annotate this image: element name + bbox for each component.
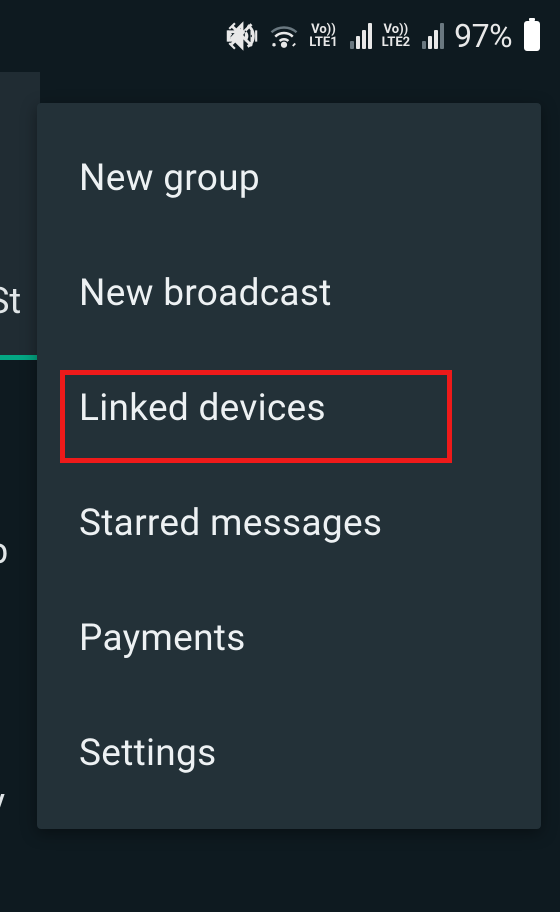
status-bar: Vo)) LTE1 Vo)) LTE2 97%	[0, 0, 560, 72]
signal-bars-sim2-icon	[422, 23, 444, 49]
background-text-fragment: y	[0, 780, 5, 822]
battery-percentage: 97%	[454, 17, 512, 55]
menu-item-new-broadcast[interactable]: New broadcast	[37, 236, 541, 351]
menu-item-linked-devices[interactable]: Linked devices	[37, 351, 541, 466]
background-text-fragment: St	[0, 280, 21, 322]
sim1-indicator: Vo)) LTE1	[309, 23, 337, 49]
vibrate-mute-icon	[225, 19, 259, 53]
menu-item-new-group[interactable]: New group	[37, 121, 541, 236]
menu-item-settings[interactable]: Settings	[37, 696, 541, 811]
battery-icon	[524, 21, 540, 51]
tab-indicator-fragment	[0, 355, 40, 360]
overflow-menu: New group New broadcast Linked devices S…	[37, 103, 541, 829]
background-text-fragment: b	[0, 530, 8, 572]
sim2-indicator: Vo)) LTE2	[382, 23, 410, 49]
signal-bars-sim1-icon	[350, 23, 372, 49]
menu-item-starred-messages[interactable]: Starred messages	[37, 466, 541, 581]
menu-item-payments[interactable]: Payments	[37, 581, 541, 696]
wifi-icon	[269, 23, 299, 49]
